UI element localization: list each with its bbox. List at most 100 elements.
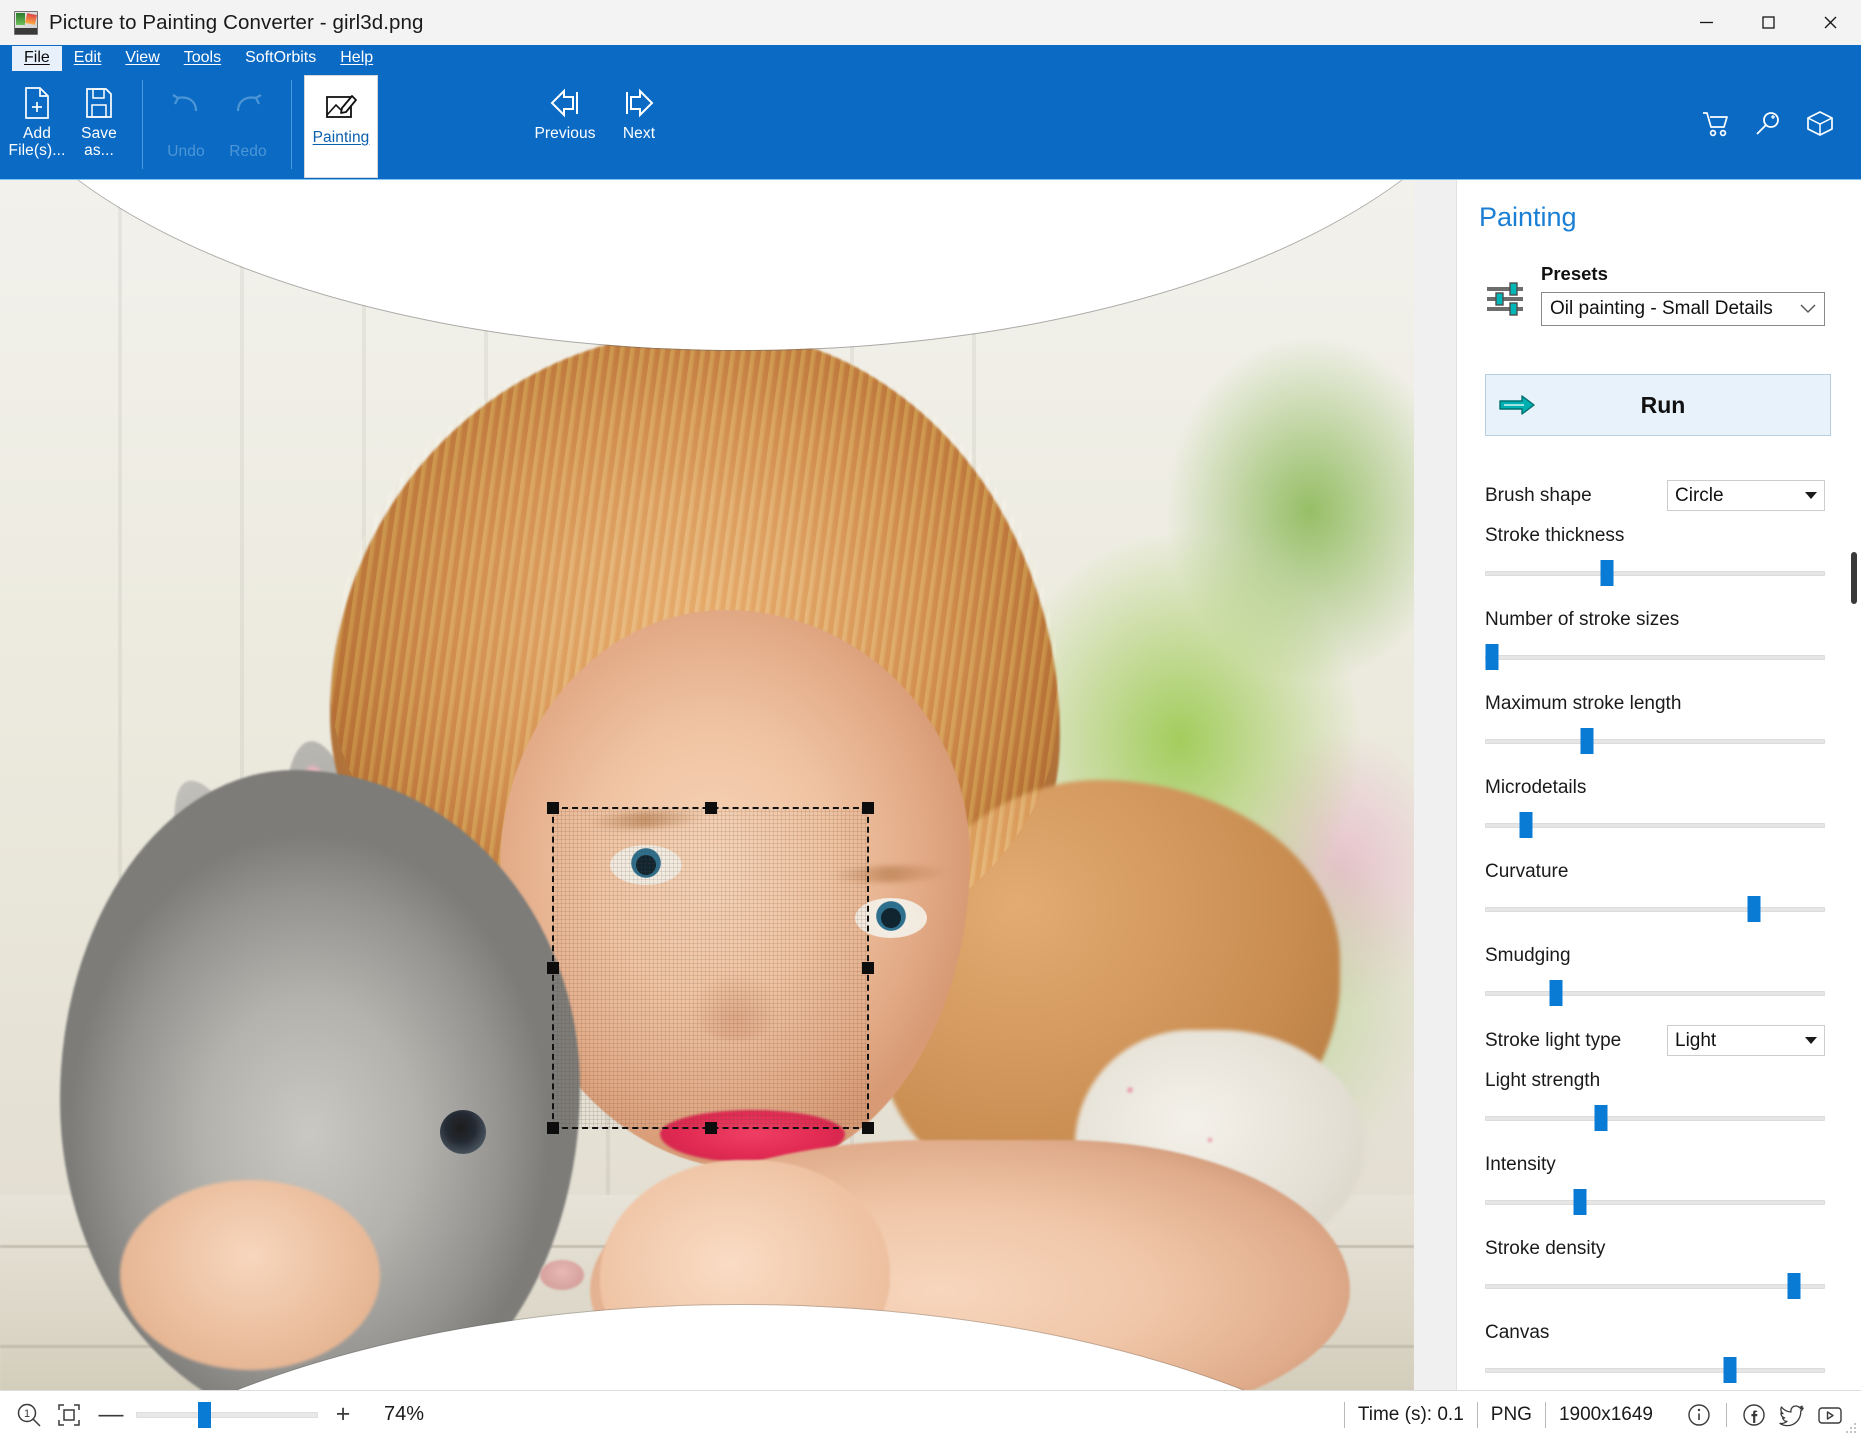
slider-thumb[interactable] (1723, 1357, 1737, 1383)
smudging-label: Smudging (1485, 945, 1571, 966)
chevron-down-icon (1805, 492, 1817, 499)
add-files-label-1: Add (23, 125, 51, 142)
key-icon[interactable] (1753, 109, 1783, 139)
youtube-icon[interactable] (1813, 1398, 1847, 1432)
slider-thumb[interactable] (1573, 1189, 1587, 1215)
stroke-thickness-slider[interactable] (1485, 560, 1825, 586)
slider-thumb[interactable] (1787, 1273, 1801, 1299)
slider-thumb[interactable] (1747, 896, 1761, 922)
zoom-slider-track (136, 1411, 318, 1418)
control-light-strength: Light strength (1479, 1070, 1825, 1131)
fit-to-window-icon[interactable] (52, 1398, 86, 1432)
painting-tool-button[interactable]: Painting (304, 75, 378, 178)
maximum-stroke-length-slider[interactable] (1485, 728, 1825, 754)
twitter-icon[interactable] (1775, 1398, 1809, 1432)
menu-item-tools[interactable]: Tools (172, 46, 233, 71)
resize-grip[interactable] (1845, 1422, 1857, 1434)
slider-thumb[interactable] (1549, 980, 1563, 1006)
facebook-icon[interactable] (1737, 1398, 1771, 1432)
close-button[interactable] (1799, 0, 1861, 45)
selection-handle-e[interactable] (862, 962, 874, 974)
control-microdetails: Microdetails (1479, 777, 1825, 838)
navigation-group: Previous Next (528, 72, 676, 179)
menu-item-softorbits[interactable]: SoftOrbits (233, 46, 328, 71)
smudging-slider[interactable] (1485, 980, 1825, 1006)
canvas-label: Canvas (1485, 1322, 1550, 1343)
zoom-slider[interactable] (136, 1401, 318, 1428)
curvature-slider[interactable] (1485, 896, 1825, 922)
next-arrow-icon (621, 81, 657, 125)
run-arrow-icon (1486, 393, 1548, 417)
zoom-level-value: 74% (384, 1403, 425, 1425)
slider-thumb[interactable] (1580, 728, 1594, 754)
control-intensity: Intensity (1479, 1154, 1825, 1215)
menu-label-tools: Tools (183, 49, 222, 66)
redo-button[interactable]: Redo (217, 72, 279, 179)
menu-item-help[interactable]: Help (328, 46, 385, 71)
zoom-slider-thumb[interactable] (198, 1401, 211, 1428)
slider-track (1485, 1284, 1825, 1289)
stroke-density-slider[interactable] (1485, 1273, 1825, 1299)
slider-track (1485, 823, 1825, 828)
previous-button[interactable]: Previous (528, 72, 602, 179)
intensity-slider[interactable] (1485, 1189, 1825, 1215)
next-label: Next (622, 125, 656, 142)
preview-selection-rectangle[interactable] (547, 802, 874, 1134)
info-icon[interactable] (1682, 1398, 1716, 1432)
menu-label-file: File (24, 49, 50, 66)
presets-row: Presets Oil painting - Small Details (1479, 263, 1825, 326)
chevron-down-icon (1800, 301, 1816, 317)
slider-thumb[interactable] (1485, 644, 1499, 670)
maximize-button[interactable] (1737, 0, 1799, 45)
selection-handle-nw[interactable] (547, 802, 559, 814)
selection-handle-s[interactable] (704, 1122, 717, 1134)
run-button[interactable]: Run (1485, 374, 1831, 436)
selection-handle-sw[interactable] (547, 1122, 559, 1134)
curvature-label: Curvature (1485, 861, 1569, 882)
toolbar-right-icons (1701, 72, 1861, 179)
menu-item-edit[interactable]: Edit (62, 46, 114, 71)
undo-label: Undo (167, 143, 205, 160)
minimize-button[interactable] (1675, 0, 1737, 45)
brush-shape-select[interactable]: Circle (1667, 480, 1825, 511)
panel-scroll-content: Presets Oil painting - Small Details Run… (1457, 241, 1861, 1390)
microdetails-slider[interactable] (1485, 812, 1825, 838)
control-brush-shape: Brush shape Circle (1479, 480, 1825, 511)
panel-scrollbar-thumb[interactable] (1851, 552, 1857, 604)
package-box-icon[interactable] (1805, 109, 1835, 139)
add-files-button[interactable]: Add File(s)... (6, 72, 68, 179)
selection-handle-ne[interactable] (862, 802, 874, 814)
slider-thumb[interactable] (1519, 812, 1533, 838)
stroke-light-type-select[interactable]: Light (1667, 1025, 1825, 1056)
menu-item-file[interactable]: File (12, 46, 62, 71)
zoom-in-button[interactable]: + (324, 1398, 362, 1432)
painting-brush-icon (323, 85, 359, 129)
light-strength-slider[interactable] (1485, 1105, 1825, 1131)
image-canvas-area[interactable] (0, 180, 1456, 1390)
slider-track (1485, 571, 1825, 576)
control-smudging: Smudging (1479, 945, 1825, 1006)
undo-button[interactable]: Undo (155, 72, 217, 179)
zoom-out-button[interactable]: — (92, 1398, 130, 1432)
panel-scrollbar[interactable] (1850, 180, 1858, 1390)
next-button[interactable]: Next (602, 72, 676, 179)
preset-select[interactable]: Oil painting - Small Details (1541, 292, 1825, 326)
zoom-one-to-one-icon[interactable]: 1 (12, 1398, 46, 1432)
selection-handle-n[interactable] (704, 802, 717, 814)
slider-track (1485, 1368, 1825, 1373)
menu-item-view[interactable]: View (113, 46, 171, 71)
selection-handle-w[interactable] (547, 962, 559, 974)
canvas-slider[interactable] (1485, 1357, 1825, 1383)
selection-handle-se[interactable] (862, 1122, 874, 1134)
presets-label: Presets (1541, 263, 1608, 284)
slider-thumb[interactable] (1594, 1105, 1608, 1131)
slider-track (1485, 1200, 1825, 1205)
number-of-stroke-sizes-slider[interactable] (1485, 644, 1825, 670)
control-maximum-stroke-length: Maximum stroke length (1479, 693, 1825, 754)
slider-thumb[interactable] (1600, 560, 1614, 586)
brush-shape-value: Circle (1675, 484, 1724, 506)
shopping-cart-icon[interactable] (1701, 109, 1731, 139)
painting-settings-panel: Painting Presets Oil painting - Small De… (1456, 180, 1861, 1390)
bunny-nose (540, 1260, 584, 1290)
save-as-button[interactable]: Save as... (68, 72, 130, 179)
